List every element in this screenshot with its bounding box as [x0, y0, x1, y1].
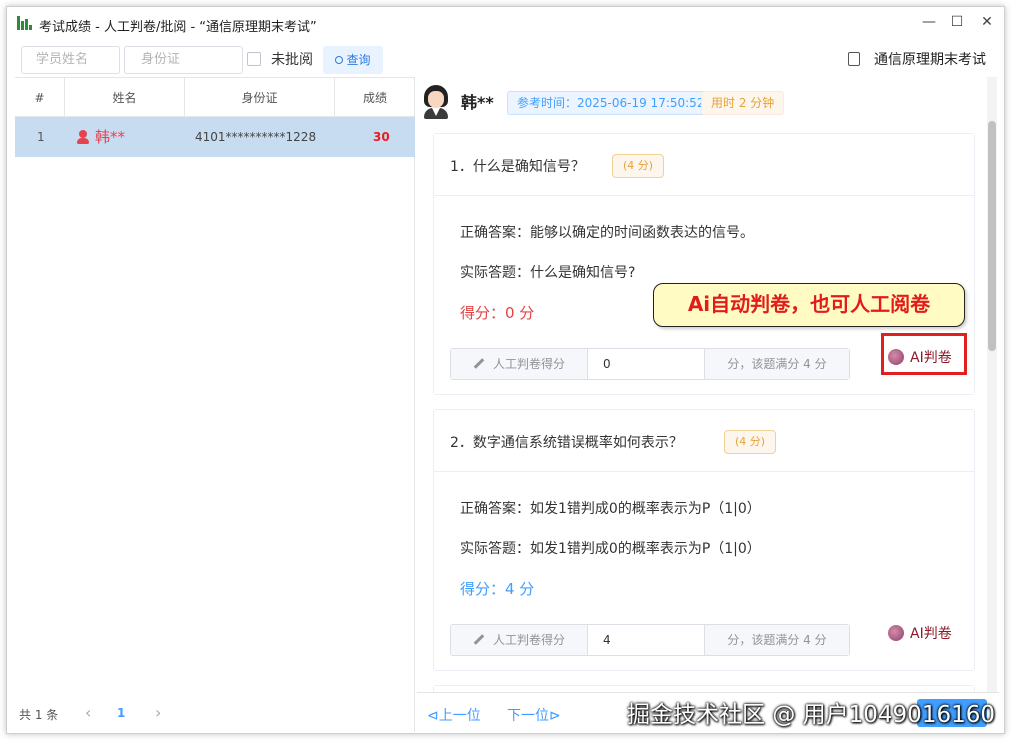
- pen-icon: [473, 634, 485, 645]
- row-name-cell: 韩**: [77, 117, 125, 157]
- search-icon: [335, 56, 344, 64]
- ai-grade-button[interactable]: AI判卷: [888, 622, 952, 646]
- question-score: 得分：0 分: [460, 304, 535, 322]
- student-name-input[interactable]: 学员姓名: [21, 46, 120, 74]
- column-header-name: 姓名: [65, 78, 185, 118]
- unreviewed-label: 未批阅: [271, 52, 313, 68]
- row-index: 1: [37, 130, 45, 144]
- row-name: 韩**: [95, 128, 126, 146]
- close-button[interactable]: ✕: [972, 11, 1002, 33]
- pager-page-1[interactable]: 1: [117, 706, 125, 720]
- grid-header: # 姓名 身份证 成绩: [15, 77, 415, 118]
- manual-score-group: 人工判卷得分 0 分，该题满分 4 分: [450, 348, 850, 380]
- question-score: 得分：4 分: [460, 580, 535, 598]
- question-score-tag: (4 分): [612, 154, 665, 178]
- query-button-label: 查询: [346, 53, 371, 67]
- answer-sheet-pane: 韩** 参考时间：2025-06-19 17:50:52 用时 2 分钟 1．什…: [417, 77, 999, 732]
- column-header-index: #: [15, 78, 65, 118]
- student-header: 韩** 参考时间：2025-06-19 17:50:52 用时 2 分钟: [417, 81, 999, 121]
- row-id-card: 4101**********1228: [195, 130, 317, 144]
- pager-prev-button[interactable]: ‹: [85, 703, 91, 722]
- manual-score-input[interactable]: 4: [603, 625, 611, 655]
- column-header-score: 成绩: [362, 91, 387, 105]
- id-card-input[interactable]: 身份证: [124, 46, 243, 74]
- pager-total: 共 1 条: [19, 708, 59, 722]
- correct-answer: 正确答案：如发1错判成0的概率表示为P（1|0）: [460, 501, 761, 517]
- previous-student-button[interactable]: ⊲上一位: [427, 705, 481, 725]
- question-card: 2．数字通信系统错误概率如何表示？ (4 分) 正确答案：如发1错判成0的概率表…: [433, 409, 975, 671]
- window-title: 考试成绩 - 人工判卷/批阅 - “通信原理期末考试”: [39, 20, 317, 35]
- student-name: 韩**: [461, 93, 494, 112]
- search-toolbar: 学员姓名 身份证 未批阅 查询 通信原理期末考试: [7, 43, 1004, 77]
- next-student-button[interactable]: 下一位⊳: [507, 705, 561, 725]
- query-button[interactable]: 查询: [323, 46, 383, 74]
- question-title: 2．数字通信系统错误概率如何表示？: [450, 435, 683, 451]
- app-window: 考试成绩 - 人工判卷/批阅 - “通信原理期末考试” — ☐ ✕ 学员姓名 身…: [6, 6, 1005, 734]
- bar-chart-icon: [17, 16, 33, 30]
- pagination: 共 1 条 ‹ 1 ›: [15, 702, 415, 728]
- exam-title: 通信原理期末考试: [848, 49, 986, 69]
- unreviewed-checkbox[interactable]: [247, 52, 261, 66]
- title-bar: 考试成绩 - 人工判卷/批阅 - “通信原理期末考试” — ☐ ✕: [7, 7, 1004, 39]
- manual-score-label: 人工判卷得分: [451, 625, 588, 655]
- ai-brain-icon: [888, 625, 904, 641]
- question-score-tag: (4 分): [724, 430, 777, 454]
- manual-score-group: 人工判卷得分 4 分，该题满分 4 分: [450, 624, 850, 656]
- ai-grade-highlight: [881, 333, 967, 375]
- question-title: 1．什么是确知信号？: [450, 159, 585, 175]
- question-header: 2．数字通信系统错误概率如何表示？ (4 分): [434, 410, 974, 472]
- vertical-scrollbar[interactable]: [987, 77, 997, 697]
- manual-score-suffix: 分，该题满分 4 分: [704, 625, 849, 655]
- duration-badge: 用时 2 分钟: [701, 91, 785, 115]
- pager-next-button[interactable]: ›: [155, 703, 161, 722]
- exam-time-badge: 参考时间：2025-06-19 17:50:52: [507, 91, 715, 115]
- manual-score-label: 人工判卷得分: [451, 349, 588, 379]
- watermark: 掘金技术社区 @ 用户1049016160: [627, 702, 995, 728]
- student-icon: [77, 130, 89, 144]
- question-header: 1．什么是确知信号？ (4 分): [434, 134, 974, 196]
- annotation-callout: Ai自动判卷，也可人工阅卷: [653, 283, 965, 327]
- student-list-pane: # 姓名 身份证 成绩 1 韩** 4101**********1228 30 …: [15, 77, 415, 732]
- document-icon: [848, 52, 860, 66]
- exam-title-text: 通信原理期末考试: [874, 52, 986, 68]
- manual-score-suffix: 分，该题满分 4 分: [704, 349, 849, 379]
- maximize-button[interactable]: ☐: [942, 11, 972, 33]
- row-score: 30: [373, 130, 390, 144]
- ai-grade-label: AI判卷: [910, 626, 952, 642]
- minimize-button[interactable]: —: [914, 11, 944, 33]
- table-row[interactable]: 1 韩** 4101**********1228 30: [15, 117, 415, 157]
- student-avatar: [421, 83, 451, 119]
- column-header-id: 身份证: [185, 78, 335, 118]
- pen-icon: [473, 358, 485, 369]
- scrollbar-thumb[interactable]: [988, 121, 996, 351]
- actual-answer: 实际答题：如发1错判成0的概率表示为P（1|0）: [460, 541, 761, 557]
- actual-answer: 实际答题：什么是确知信号?: [460, 265, 636, 281]
- question-card: 1．什么是确知信号？ (4 分) 正确答案：能够以确定的时间函数表达的信号。 实…: [433, 133, 975, 395]
- manual-score-input[interactable]: 0: [603, 349, 611, 379]
- correct-answer: 正确答案：能够以确定的时间函数表达的信号。: [460, 225, 754, 241]
